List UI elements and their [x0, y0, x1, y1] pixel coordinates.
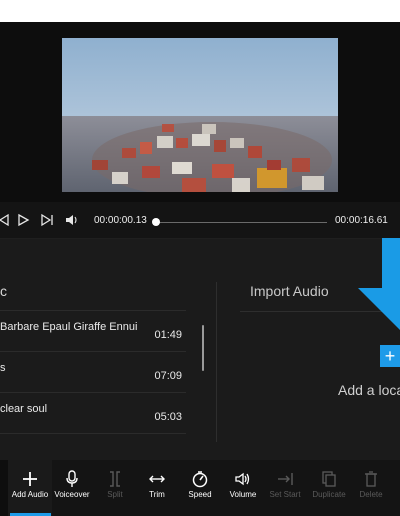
speed-button[interactable]: Speed	[179, 460, 221, 516]
delete-icon	[365, 471, 377, 487]
trim-button[interactable]: Trim	[136, 460, 178, 516]
tool-label: Voiceover	[54, 490, 90, 499]
track-name: s	[0, 362, 6, 374]
import-audio-title: Import Audio	[250, 283, 329, 299]
playback-controls: 00:00:00.13 00:00:16.61	[0, 202, 400, 239]
video-frame[interactable]	[62, 38, 338, 192]
tool-label: Set Start	[269, 490, 301, 499]
track-duration: 05:03	[154, 411, 182, 423]
tool-label: Speed	[188, 490, 212, 499]
down-arrow-icon	[358, 238, 400, 330]
tool-label: Add Audio	[11, 490, 49, 499]
track-name: Barbare Epaul Giraffe Ennui	[0, 321, 138, 333]
panel-divider	[216, 282, 217, 442]
plus-icon	[23, 472, 37, 486]
seek-bar[interactable]	[155, 222, 327, 223]
set-start-button[interactable]: Set Start	[264, 460, 306, 516]
set-start-icon	[278, 473, 293, 485]
tool-label: Duplicate	[312, 490, 346, 499]
next-frame-icon[interactable]	[40, 212, 54, 228]
current-time: 00:00:00.13	[94, 215, 147, 226]
toolbar-left-edge	[0, 460, 8, 516]
track-duration: 07:09	[154, 370, 182, 382]
video-preview-area	[0, 22, 400, 202]
speed-icon	[192, 471, 208, 488]
duplicate-button[interactable]: Duplicate	[307, 460, 351, 516]
track-duration: 01:49	[154, 329, 182, 341]
music-track-row[interactable]: Barbare Epaul Giraffe Ennui 01:49	[0, 310, 186, 351]
split-button[interactable]: Split	[94, 460, 136, 516]
volume-button[interactable]: Volume	[222, 460, 264, 516]
bottom-toolbar: Add Audio Voiceover Split Trim Speed Vol…	[0, 460, 400, 516]
tool-label: Delete	[359, 490, 383, 499]
microphone-icon	[66, 470, 78, 487]
tool-label: Volume	[229, 490, 257, 499]
tool-label: Trim	[149, 490, 165, 499]
music-list: Barbare Epaul Giraffe Ennui 01:49 s 07:0…	[0, 310, 186, 434]
duplicate-icon	[322, 471, 336, 487]
trim-icon	[149, 475, 165, 483]
play-icon[interactable]	[16, 212, 30, 228]
volume-icon	[235, 472, 250, 486]
title-bar-strip	[0, 0, 400, 22]
music-list-scrollbar[interactable]	[202, 325, 204, 371]
delete-button[interactable]: Delete	[351, 460, 391, 516]
music-section-title: c	[0, 283, 7, 299]
add-local-audio-button[interactable]: +	[380, 345, 400, 367]
tool-label: Split	[107, 490, 123, 499]
seek-handle[interactable]	[152, 218, 161, 226]
split-icon	[110, 471, 120, 487]
track-name: clear soul	[0, 403, 48, 415]
previous-frame-icon[interactable]	[0, 212, 10, 228]
total-time: 00:00:16.61	[335, 215, 388, 226]
voiceover-button[interactable]: Voiceover	[52, 460, 92, 516]
add-audio-button[interactable]: Add Audio	[8, 460, 52, 516]
volume-icon[interactable]	[65, 212, 79, 228]
music-track-row[interactable]: s 07:09	[0, 351, 186, 392]
add-local-audio-label: Add a loca	[338, 382, 400, 398]
video-thumbnail	[62, 38, 338, 192]
music-track-row[interactable]: clear soul 05:03	[0, 392, 186, 434]
